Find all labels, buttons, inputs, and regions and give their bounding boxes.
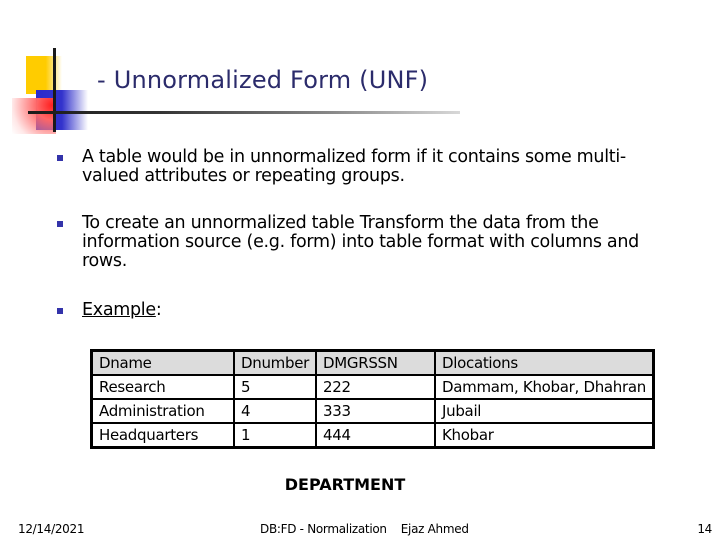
column-header: Dlocations xyxy=(433,349,655,376)
table-cell: 444 xyxy=(315,422,436,449)
table-cell: 5 xyxy=(233,374,317,400)
table-row: Research 5 222 Dammam, Khobar, Dhahran xyxy=(90,374,655,400)
table-cell: Dammam, Khobar, Dhahran xyxy=(433,374,655,400)
table-cell: 4 xyxy=(233,398,317,424)
table-row: Administration 4 333 Jubail xyxy=(90,398,655,424)
footer-center-text: DB:FD - Normalization Ejaz Ahmed xyxy=(260,522,469,536)
bullet-item: To create an unnormalized table Transfor… xyxy=(56,214,656,271)
square-bullet-icon xyxy=(57,308,63,314)
vertical-line-decoration xyxy=(53,48,56,132)
bullet-item: Example: xyxy=(56,300,162,320)
footer-page-number: 14 xyxy=(697,522,712,536)
table-cell: Khobar xyxy=(433,422,655,449)
column-header: DMGRSSN xyxy=(315,349,436,376)
table-header-row: Dname Dnumber DMGRSSN Dlocations xyxy=(90,349,655,376)
red-square-decoration xyxy=(12,98,56,134)
table-cell: Administration xyxy=(90,398,235,424)
department-table: Dname Dnumber DMGRSSN Dlocations Researc… xyxy=(90,349,655,449)
table-caption: DEPARTMENT xyxy=(284,475,406,494)
yellow-square-decoration xyxy=(26,56,62,94)
table-row: Headquarters 1 444 Khobar xyxy=(90,422,655,449)
bullet-text: A table would be in unnormalized form if… xyxy=(82,147,626,186)
example-label: Example xyxy=(82,300,156,320)
title-underline-decoration xyxy=(28,111,460,114)
bullet-text: To create an unnormalized table Transfor… xyxy=(82,213,639,271)
table-cell: 1 xyxy=(233,422,317,449)
table-cell: Headquarters xyxy=(90,422,235,449)
table-cell: 222 xyxy=(315,374,436,400)
square-bullet-icon xyxy=(57,155,63,161)
slide-title: - Unnormalized Form (UNF) xyxy=(97,66,429,94)
column-header: Dnumber xyxy=(233,349,317,376)
square-bullet-icon xyxy=(57,221,63,227)
footer-title: DB:FD - Normalization Ejaz Ahmed xyxy=(260,522,469,536)
column-header: Dname xyxy=(90,349,235,376)
table-cell: Jubail xyxy=(433,398,655,424)
table-cell: 333 xyxy=(315,398,436,424)
slide-logo-decoration xyxy=(0,0,100,140)
table-cell: Research xyxy=(90,374,235,400)
example-colon: : xyxy=(155,300,162,320)
footer-date: 12/14/2021 xyxy=(18,522,85,536)
bullet-item: A table would be in unnormalized form if… xyxy=(56,148,656,186)
